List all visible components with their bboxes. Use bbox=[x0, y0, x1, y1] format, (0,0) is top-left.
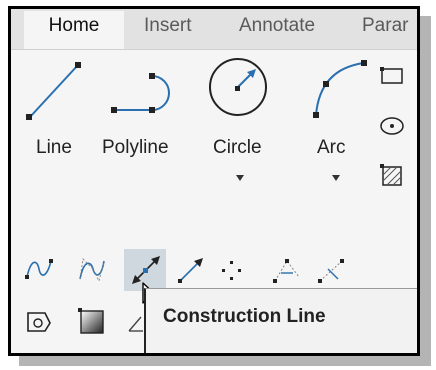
tab-home[interactable]: Home bbox=[24, 11, 124, 49]
measure-icon[interactable] bbox=[316, 255, 348, 285]
circle-label: Circle bbox=[213, 137, 262, 158]
tooltip: Construction Line bbox=[144, 288, 417, 353]
arc-label: Arc bbox=[317, 137, 346, 158]
tab-divider bbox=[11, 49, 417, 50]
line-label: Line bbox=[36, 137, 72, 158]
tab-parametric[interactable]: Parar bbox=[362, 15, 408, 37]
ray-icon[interactable] bbox=[176, 255, 206, 285]
circle-icon[interactable] bbox=[206, 55, 270, 119]
divide-icon[interactable] bbox=[271, 255, 303, 285]
ribbon-panel: Home Insert Annotate Parar Line Polyline… bbox=[8, 6, 420, 356]
gradient-icon[interactable] bbox=[77, 307, 107, 337]
arc-dropdown-icon[interactable] bbox=[332, 175, 340, 181]
polyline-icon[interactable] bbox=[108, 64, 178, 120]
tooltip-title: Construction Line bbox=[163, 306, 326, 327]
hatch-icon[interactable] bbox=[379, 163, 405, 189]
arc-icon[interactable] bbox=[306, 57, 376, 123]
multiple-points-icon[interactable] bbox=[219, 259, 245, 283]
ellipse-icon[interactable] bbox=[379, 115, 405, 137]
region-icon[interactable] bbox=[25, 309, 53, 335]
spline-cv-icon[interactable] bbox=[77, 255, 107, 283]
polyline-label: Polyline bbox=[102, 137, 169, 158]
circle-dropdown-icon[interactable] bbox=[236, 175, 244, 181]
tab-annotate[interactable]: Annotate bbox=[239, 15, 315, 37]
wipeout-icon[interactable] bbox=[127, 311, 145, 333]
line-icon[interactable] bbox=[23, 59, 85, 125]
tab-insert[interactable]: Insert bbox=[144, 15, 192, 37]
spline-fit-icon[interactable] bbox=[25, 257, 53, 281]
rectangle-icon[interactable] bbox=[379, 65, 405, 87]
ribbon-tab-bar: Home Insert Annotate Parar bbox=[11, 9, 417, 49]
